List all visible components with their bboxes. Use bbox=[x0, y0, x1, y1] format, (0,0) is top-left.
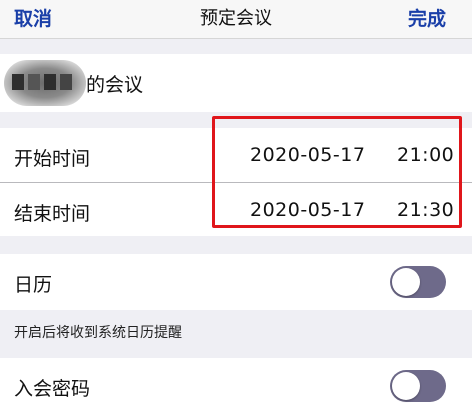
done-button[interactable]: 完成 bbox=[408, 4, 446, 31]
highlight-annotation-box bbox=[212, 116, 462, 228]
calendar-toggle[interactable] bbox=[390, 266, 446, 298]
meeting-name-text: 的会议 bbox=[86, 74, 144, 96]
page-title: 预定会议 bbox=[200, 8, 272, 29]
password-label: 入会密码 bbox=[14, 378, 91, 400]
redacted-name-blur bbox=[4, 60, 86, 106]
toggle-knob bbox=[392, 372, 420, 400]
calendar-label: 日历 bbox=[14, 274, 53, 296]
calendar-note: 开启后将收到系统日历提醒 bbox=[14, 325, 182, 341]
toggle-knob bbox=[392, 268, 420, 296]
password-toggle[interactable] bbox=[390, 370, 446, 402]
start-time-label: 开始时间 bbox=[14, 148, 91, 170]
meeting-name-field[interactable]: 的会议 bbox=[0, 54, 472, 112]
navigation-bar: 取消 预定会议 完成 bbox=[0, 0, 472, 39]
end-time-label: 结束时间 bbox=[14, 203, 91, 225]
password-row: 入会密码 bbox=[0, 358, 472, 404]
calendar-row: 日历 bbox=[0, 254, 472, 310]
